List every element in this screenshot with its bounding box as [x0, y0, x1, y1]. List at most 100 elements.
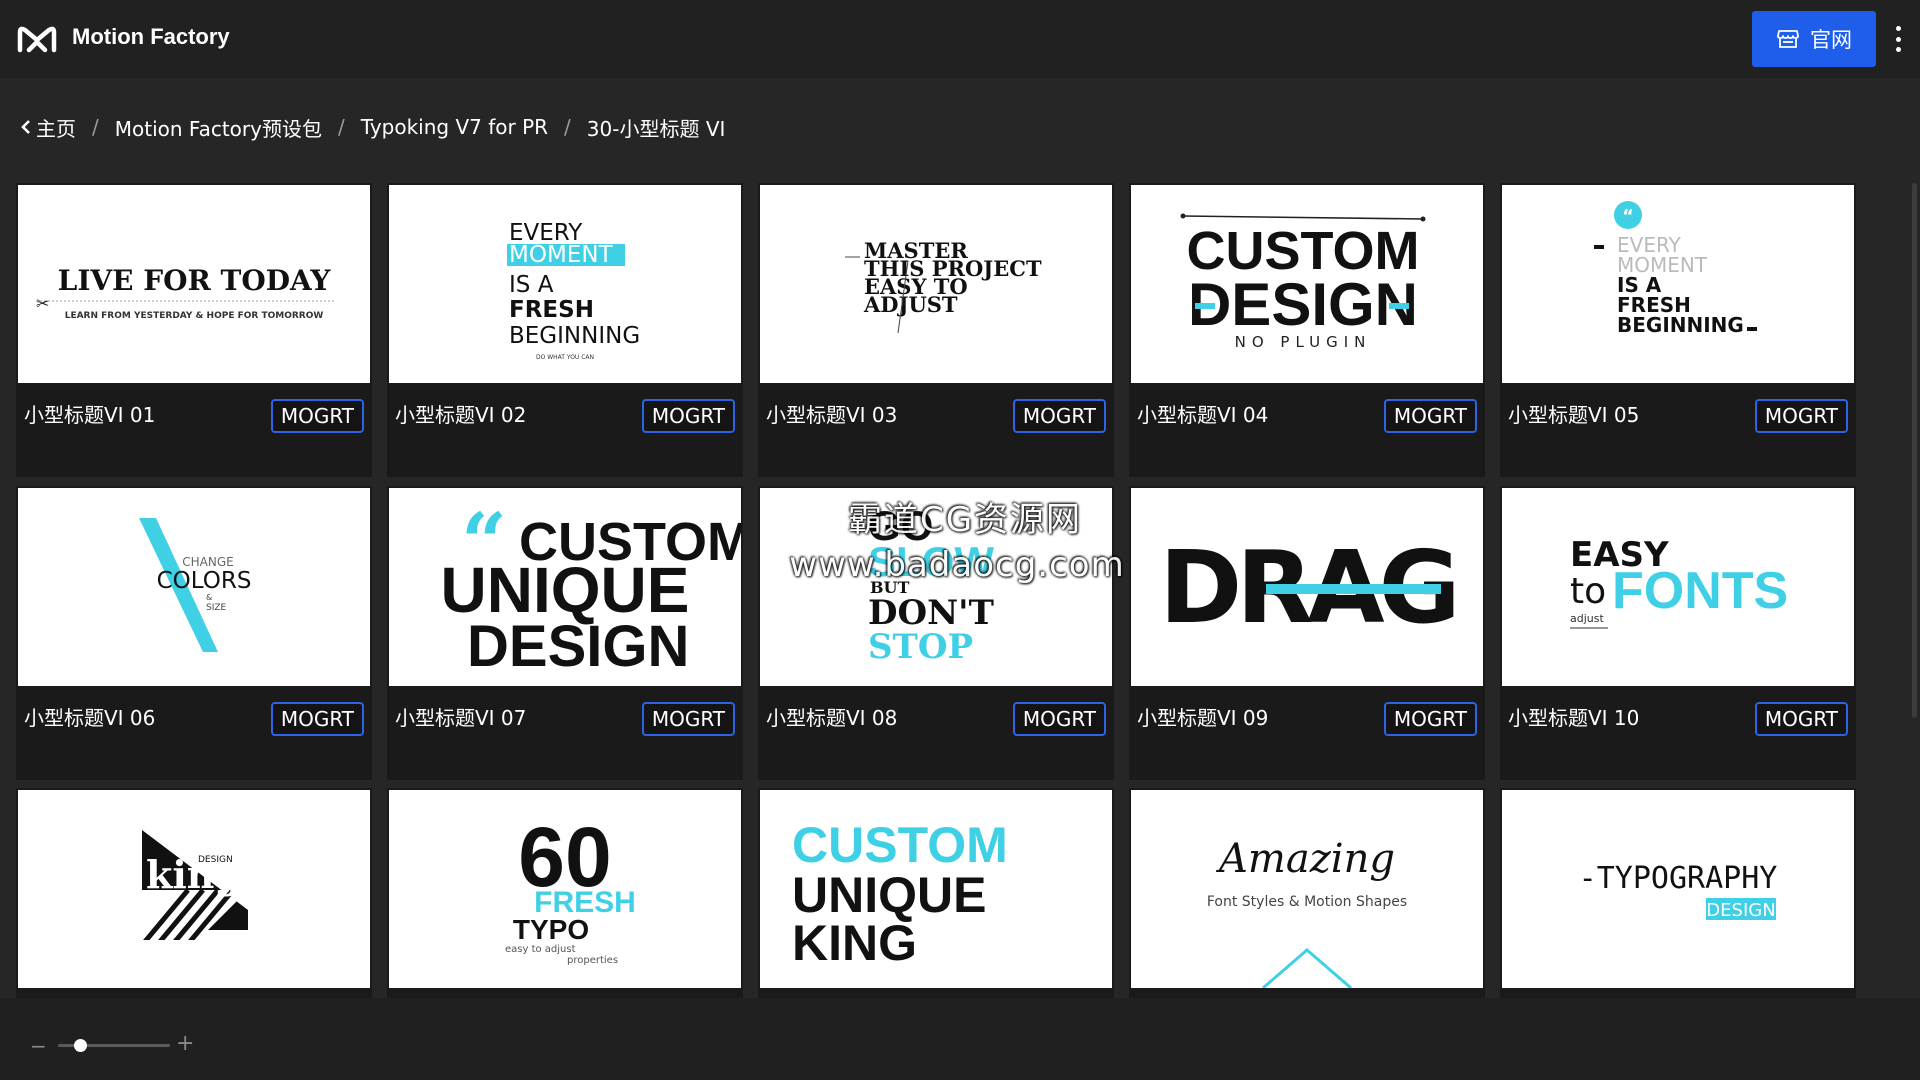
template-thumbnail: LIVE FOR TODAY LEARN FROM YESTERDAY & HO… [18, 185, 370, 383]
footer-bar [0, 998, 1920, 1080]
template-thumbnail: “ EVERY MOMENT IS A FRESH BEGINNING [1502, 185, 1854, 383]
thumb-title: LIVE FOR TODAY [58, 264, 332, 297]
thumb-line: DESIGN [467, 614, 689, 679]
card-title: 小型标题VI 09 [1137, 706, 1269, 730]
template-thumbnail: CUSTOM DESIGN NO PLUGIN [1131, 185, 1483, 383]
thumb-line: to [1570, 571, 1606, 612]
card-title: 小型标题VI 03 [766, 403, 898, 427]
template-card[interactable]: DESIGN king [16, 788, 372, 998]
quote-icon: “ [1622, 206, 1634, 227]
template-card[interactable]: CUSTOM DESIGN NO PLUGIN 小型标题VI 04 MOGRT [1129, 183, 1485, 477]
chevron-left-icon[interactable] [20, 119, 32, 135]
card-title: 小型标题VI 01 [24, 403, 156, 427]
mogrt-badge[interactable]: MOGRT [1012, 702, 1106, 736]
thumb-line: MOMENT [509, 242, 614, 268]
mogrt-badge[interactable]: MOGRT [270, 702, 364, 736]
breadcrumb-separator: / [564, 115, 571, 139]
app-header: Motion Factory 官网 [0, 0, 1920, 78]
template-card[interactable]: -TYPOGRAPHY DESIGN [1500, 788, 1856, 998]
mogrt-badge[interactable]: MOGRT [1754, 399, 1848, 433]
template-thumbnail: EASY to FONTS adjust [1502, 488, 1854, 686]
thumb-line: -TYPOGRAPHY [1579, 861, 1778, 896]
breadcrumb-typoking[interactable]: Typoking V7 for PR [361, 115, 548, 139]
template-card[interactable]: CUSTOM UNIQUE KING [758, 788, 1114, 998]
thumb-line: BEGINNING [509, 323, 640, 349]
thumb-line: STOP [868, 627, 973, 667]
official-site-label: 官网 [1810, 28, 1852, 52]
template-grid: LIVE FOR TODAY LEARN FROM YESTERDAY & HO… [16, 183, 1856, 998]
mogrt-badge[interactable]: MOGRT [641, 702, 735, 736]
card-title: 小型标题VI 06 [24, 706, 156, 730]
template-card[interactable]: Amazing Font Styles & Motion Shapes [1129, 788, 1485, 998]
template-thumbnail: Amazing Font Styles & Motion Shapes [1131, 790, 1483, 988]
breadcrumb-home[interactable]: 主页 [36, 113, 76, 142]
breadcrumb-current: 30-小型标题 VI [586, 116, 726, 141]
more-menu-icon[interactable] [1892, 26, 1904, 52]
mogrt-badge[interactable]: MOGRT [641, 399, 735, 433]
template-card[interactable]: DRAG 小型标题VI 09 MOGRT [1129, 486, 1485, 780]
motion-factory-logo-icon [17, 26, 57, 53]
zoom-out-icon[interactable]: − [30, 1036, 47, 1056]
store-icon [1777, 30, 1799, 48]
thumb-line: FONTS [1612, 562, 1788, 620]
thumb-line: DESIGN [1706, 900, 1775, 921]
app-title: Motion Factory [72, 24, 230, 49]
mogrt-badge[interactable]: MOGRT [1754, 702, 1848, 736]
scissors-icon: ✂ [36, 294, 49, 313]
template-thumbnail: “ CUSTOM UNIQUE DESIGN [389, 488, 741, 686]
template-thumbnail: DRAG [1131, 488, 1483, 686]
template-card[interactable]: MASTER THIS PROJECT EASY TO ADJUST 小型标题V… [758, 183, 1114, 477]
breadcrumb-separator: / [92, 115, 99, 139]
template-thumbnail: CHANGE COLORS & SIZE [18, 488, 370, 686]
card-title: 小型标题VI 04 [1137, 403, 1269, 427]
breadcrumb-separator: / [337, 115, 345, 139]
template-card[interactable]: EASY to FONTS adjust 小型标题VI 10 MOGRT [1500, 486, 1856, 780]
template-thumbnail: 60 FRESH TYPO easy to adjust properties [389, 790, 741, 988]
thumb-line: CUSTOM [792, 817, 1008, 873]
thumb-subtitle: LEARN FROM YESTERDAY & HOPE FOR TOMORROW [65, 311, 324, 321]
thumb-line: Amazing [1215, 836, 1395, 882]
card-title: 小型标题VI 02 [395, 403, 527, 427]
template-card[interactable]: “ CUSTOM UNIQUE DESIGN 小型标题VI 07 MOGRT [387, 486, 743, 780]
template-thumbnail: EVERY MOMENT IS A FRESH BEGINNING DO WHA… [389, 185, 741, 383]
thumb-line: DESIGN [1188, 271, 1418, 338]
card-title: 小型标题VI 07 [395, 706, 527, 730]
thumb-line: SIZE [206, 603, 227, 613]
thumb-line: ADJUST [863, 292, 958, 317]
vertical-scrollbar[interactable] [1912, 183, 1917, 718]
zoom-slider-handle[interactable] [73, 1039, 87, 1052]
thumb-line: COLORS [157, 568, 252, 594]
mogrt-badge[interactable]: MOGRT [1383, 399, 1477, 433]
mogrt-badge[interactable]: MOGRT [1012, 399, 1106, 433]
zoom-in-icon[interactable]: + [176, 1033, 194, 1055]
thumb-line: BEGINNING [1617, 313, 1744, 337]
thumb-line: Font Styles & Motion Shapes [1207, 894, 1407, 910]
template-card[interactable]: CHANGE COLORS & SIZE 小型标题VI 06 MOGRT [16, 486, 372, 780]
template-card[interactable]: EVERY MOMENT IS A FRESH BEGINNING DO WHA… [387, 183, 743, 477]
template-thumbnail: GO SLOW BUT DON'T STOP [760, 488, 1112, 686]
thumb-line: FRESH [509, 297, 594, 323]
thumb-line: easy to adjust [505, 944, 576, 955]
template-thumbnail: CUSTOM UNIQUE KING [760, 790, 1112, 988]
template-thumbnail: MASTER THIS PROJECT EASY TO ADJUST [760, 185, 1112, 383]
thumb-subtitle: DO WHAT YOU CAN [536, 354, 594, 361]
card-title: 小型标题VI 05 [1508, 403, 1640, 427]
card-title: 小型标题VI 08 [766, 706, 898, 730]
template-card[interactable]: GO SLOW BUT DON'T STOP 小型标题VI 08 MOGRT [758, 486, 1114, 780]
template-thumbnail: -TYPOGRAPHY DESIGN [1502, 790, 1854, 988]
official-site-button[interactable]: 官网 [1752, 11, 1876, 67]
template-card[interactable]: 60 FRESH TYPO easy to adjust properties [387, 788, 743, 998]
breadcrumb: 主页 / Motion Factory预设包 / Typoking V7 for… [20, 112, 725, 142]
thumb-line: KING [792, 915, 917, 971]
breadcrumb-preset-pack[interactable]: Motion Factory预设包 [115, 113, 322, 142]
template-card[interactable]: “ EVERY MOMENT IS A FRESH BEGINNING 小型标题… [1500, 183, 1856, 477]
mogrt-badge[interactable]: MOGRT [1383, 702, 1477, 736]
template-card[interactable]: LIVE FOR TODAY LEARN FROM YESTERDAY & HO… [16, 183, 372, 477]
mogrt-badge[interactable]: MOGRT [270, 399, 364, 433]
thumb-line: NO PLUGIN [1235, 333, 1372, 351]
thumb-line: king [146, 852, 241, 897]
card-title: 小型标题VI 10 [1508, 706, 1640, 730]
thumb-line: IS A [509, 272, 554, 298]
thumb-line: CHANGE [182, 555, 233, 569]
template-thumbnail: DESIGN king [18, 790, 370, 988]
